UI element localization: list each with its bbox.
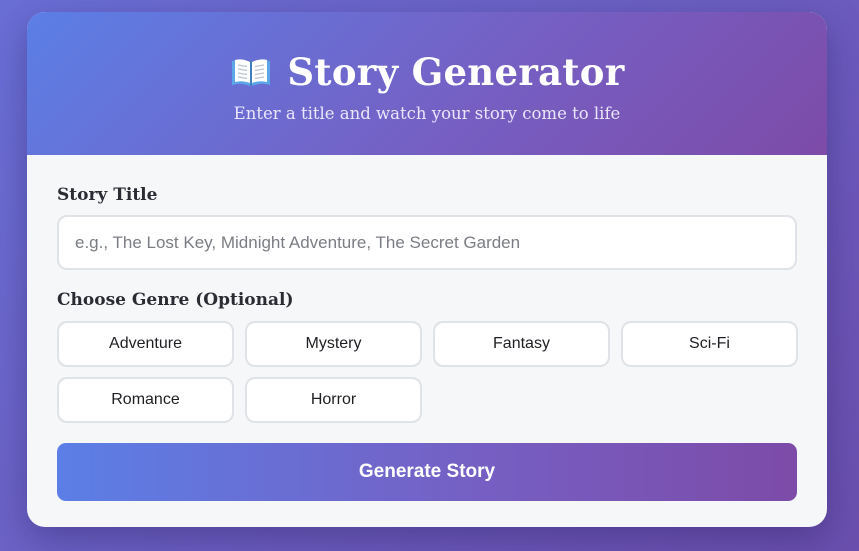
story-generator-card: Story Generator Enter a title and watch … bbox=[27, 12, 827, 527]
page-subtitle: Enter a title and watch your story come … bbox=[233, 104, 621, 123]
genre-button-adventure[interactable]: Adventure bbox=[57, 321, 234, 367]
story-title-input[interactable] bbox=[57, 215, 797, 270]
genre-button-fantasy[interactable]: Fantasy bbox=[433, 321, 610, 367]
card-header: Story Generator Enter a title and watch … bbox=[27, 12, 827, 155]
genre-button-romance[interactable]: Romance bbox=[57, 377, 234, 423]
genre-button-horror[interactable]: Horror bbox=[245, 377, 422, 423]
page-title: Story Generator bbox=[287, 50, 625, 94]
generate-story-button[interactable]: Generate Story bbox=[57, 443, 797, 501]
story-title-label: Story Title bbox=[57, 185, 158, 205]
genre-button-sci-fi[interactable]: Sci-Fi bbox=[621, 321, 798, 367]
genre-button-mystery[interactable]: Mystery bbox=[245, 321, 422, 367]
open-book-icon bbox=[229, 54, 273, 90]
genre-label: Choose Genre (Optional) bbox=[57, 290, 294, 310]
title-row: Story Generator bbox=[27, 50, 827, 94]
genre-options: Adventure Mystery Fantasy Sci-Fi Romance… bbox=[57, 321, 798, 423]
story-form: Story Title Choose Genre (Optional) Adve… bbox=[27, 155, 827, 501]
